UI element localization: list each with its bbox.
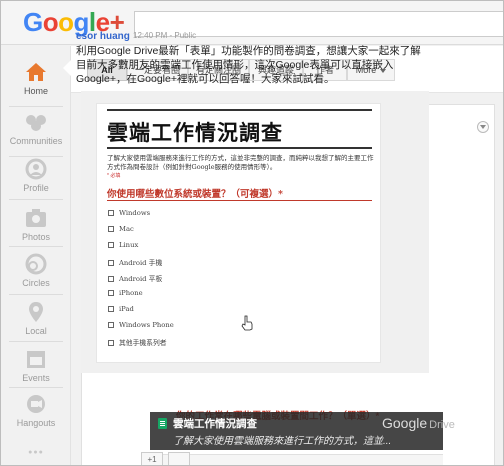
embedded-form[interactable]: 雲端工作情況調查 了解大家使用雲端服務來進行工作的方式，這並非完整的調查，而純粹… bbox=[81, 91, 429, 373]
option-label: Windows Phone bbox=[119, 321, 174, 329]
photos-icon bbox=[26, 209, 46, 227]
required-note: * 必填 bbox=[107, 173, 121, 179]
post-text: 利用Google Drive最新「表單」功能製作的問卷調查，想讓大家一起來了解目… bbox=[76, 45, 421, 85]
sidebar-item-events[interactable]: Events bbox=[1, 348, 71, 383]
post-meta: 12:40 PM - Public bbox=[133, 31, 196, 40]
divider bbox=[9, 106, 63, 107]
sidebar-item-circles[interactable]: Circles bbox=[1, 253, 71, 288]
option-iphone[interactable]: iPhone bbox=[108, 289, 143, 297]
post-author[interactable]: esor huang bbox=[76, 31, 130, 42]
option-ipad[interactable]: iPad bbox=[108, 305, 134, 313]
checkbox[interactable] bbox=[108, 340, 114, 346]
sidebar-item-label: Home bbox=[23, 86, 48, 96]
checkbox[interactable] bbox=[108, 306, 114, 312]
form-file-icon bbox=[158, 418, 167, 429]
sidebar-item-label: Hangouts bbox=[16, 418, 56, 428]
sidebar-item-label: Photos bbox=[21, 232, 51, 242]
divider bbox=[9, 294, 63, 295]
sidebar-item-hangouts[interactable]: Hangouts bbox=[1, 393, 71, 428]
plus-one-button[interactable]: +1 bbox=[141, 452, 163, 465]
option-label: iPad bbox=[119, 305, 134, 313]
option-windows-phone[interactable]: Windows Phone bbox=[108, 321, 174, 329]
option-label: Windows bbox=[119, 209, 151, 217]
sidebar-item-label: Events bbox=[22, 373, 50, 383]
divider bbox=[9, 387, 63, 388]
sidebar-item-label: Profile bbox=[23, 183, 49, 193]
left-navigation: Home Communities Profile Photos Circles … bbox=[1, 46, 71, 465]
hand-cursor-icon bbox=[241, 315, 253, 331]
drive-embed-bar[interactable]: 雲端工作情況調查 了解大家使用雲端服務來進行工作的方式，這並... Google… bbox=[150, 412, 455, 450]
divider bbox=[9, 199, 63, 200]
form-page: 雲端工作情況調查 了解大家使用雲端服務來進行工作的方式，這並非完整的調查，而純粹… bbox=[96, 103, 381, 363]
home-icon bbox=[26, 63, 46, 81]
form-title: 雲端工作情況調查 bbox=[107, 120, 283, 145]
sidebar-item-label: Communities bbox=[9, 136, 63, 146]
option-linux[interactable]: Linux bbox=[108, 241, 138, 249]
option-other-phone[interactable]: 其他手機系列者 bbox=[108, 337, 167, 347]
sidebar-item-photos[interactable]: Photos bbox=[1, 207, 71, 242]
divider bbox=[107, 200, 372, 201]
option-label: Mac bbox=[119, 225, 134, 233]
drive-brand: Google bbox=[382, 415, 428, 431]
divider bbox=[9, 341, 63, 342]
option-android-tablet[interactable]: Android 平板 bbox=[108, 273, 162, 283]
drive-file-subtitle: 了解大家使用雲端服務來進行工作的方式，這並... bbox=[173, 436, 392, 447]
sidebar-item-label: Circles bbox=[22, 278, 50, 288]
option-label: Android 平板 bbox=[119, 275, 163, 283]
form-description: 了解大家使用雲端服務來進行工作的方式，這並非完整的調查，而純粹以我想了解的主要工… bbox=[107, 154, 374, 171]
google-plus-window: Google+ Home Communities Profile Photos … bbox=[0, 0, 504, 466]
checkbox[interactable] bbox=[108, 276, 114, 282]
sidebar-item-communities[interactable]: Communities bbox=[1, 111, 71, 146]
option-label: Linux bbox=[119, 241, 139, 249]
checkbox[interactable] bbox=[108, 322, 114, 328]
option-label: iPhone bbox=[119, 289, 143, 297]
more-icon[interactable]: ●●● bbox=[1, 449, 71, 456]
google-drive-logo: Google Drive bbox=[382, 415, 455, 431]
divider bbox=[9, 246, 63, 247]
option-mac[interactable]: Mac bbox=[108, 225, 134, 233]
circles-icon bbox=[25, 253, 47, 275]
option-windows[interactable]: Windows bbox=[108, 209, 150, 217]
local-icon bbox=[29, 302, 43, 322]
checkbox[interactable] bbox=[108, 260, 114, 266]
option-label: Android 手機 bbox=[119, 259, 163, 267]
sidebar-item-profile[interactable]: Profile bbox=[1, 158, 71, 193]
sidebar-item-local[interactable]: Local bbox=[1, 301, 71, 336]
hangouts-icon bbox=[27, 395, 45, 413]
sidebar-item-home[interactable]: Home bbox=[1, 61, 71, 96]
post-time[interactable]: 12:40 PM bbox=[133, 31, 167, 40]
option-android-phone[interactable]: Android 手機 bbox=[108, 257, 162, 267]
checkbox[interactable] bbox=[108, 226, 114, 232]
divider bbox=[107, 109, 372, 111]
sidebar-item-label: Local bbox=[25, 326, 47, 336]
checkbox[interactable] bbox=[108, 242, 114, 248]
communities-icon bbox=[26, 115, 46, 131]
share-button[interactable] bbox=[168, 452, 190, 465]
post-collapse-button[interactable] bbox=[477, 121, 489, 133]
checkbox[interactable] bbox=[108, 290, 114, 296]
divider bbox=[9, 156, 63, 157]
profile-icon bbox=[25, 158, 47, 180]
events-icon bbox=[27, 351, 45, 368]
drive-brand-suffix: Drive bbox=[429, 419, 455, 431]
checkbox[interactable] bbox=[108, 210, 114, 216]
option-label: 其他手機系列者 bbox=[119, 339, 167, 347]
post-visibility: Public bbox=[174, 31, 197, 40]
form-question: 你使用哪些數位系統或裝置？（可複選）* bbox=[107, 189, 283, 200]
divider bbox=[107, 147, 372, 149]
drive-file-title[interactable]: 雲端工作情況調查 bbox=[173, 416, 257, 431]
